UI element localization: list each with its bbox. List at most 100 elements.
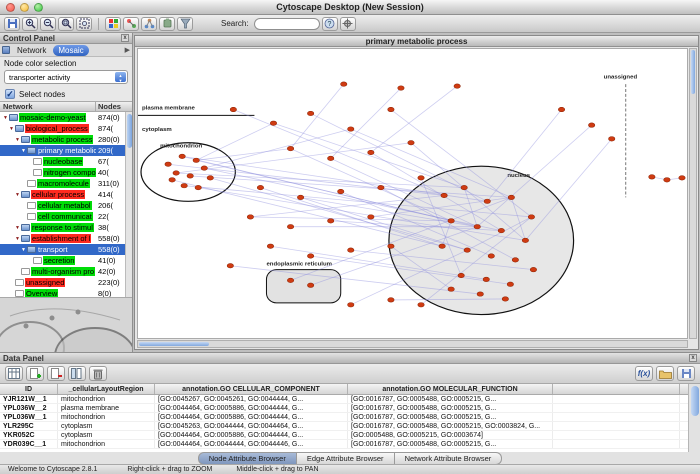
network-horizontal-scrollbar[interactable] bbox=[137, 340, 688, 348]
tree-item-label: nitrogen compou bbox=[43, 168, 96, 177]
combo-stepper-icon[interactable]: ▲▼ bbox=[115, 72, 126, 82]
table-row[interactable]: YPL036W__2plasma membrane[GO:0044464, GO… bbox=[0, 404, 688, 413]
table-row[interactable]: YKR052Ccytoplasm[GO:0044464, GO:0005886,… bbox=[0, 431, 688, 440]
tree-expander-icon[interactable]: ▼ bbox=[14, 192, 21, 198]
preferences-button[interactable] bbox=[340, 17, 356, 31]
tree-item-label: cell communicat bbox=[37, 212, 93, 221]
column-header[interactable]: annotation.GO CELLULAR_COMPONENT bbox=[155, 384, 348, 394]
zoom-window-button[interactable] bbox=[34, 3, 43, 12]
column-settings-button[interactable] bbox=[68, 366, 86, 381]
clear-attributes-button[interactable] bbox=[89, 366, 107, 381]
tree-expander-icon[interactable]: ▼ bbox=[14, 236, 21, 242]
tab-edge-attribute-browser[interactable]: Edge Attribute Browser bbox=[297, 452, 395, 465]
table-cell: mitochondrion bbox=[58, 395, 155, 403]
tree-item-overview[interactable]: Overview8(0) bbox=[0, 288, 132, 297]
tree-item-response-to-stimul[interactable]: ▼response to stimul38( bbox=[0, 222, 132, 233]
network-canvas[interactable]: plasma membranecytoplasmmitochondrionnuc… bbox=[137, 48, 688, 339]
search-input[interactable] bbox=[254, 18, 320, 30]
search-label: Search: bbox=[221, 19, 249, 28]
tree-expander-icon[interactable]: ▼ bbox=[20, 148, 27, 154]
column-header[interactable] bbox=[553, 384, 680, 394]
column-header[interactable]: _cellularLayoutRegion bbox=[58, 384, 155, 394]
tree-item-nitrogen-compou[interactable]: nitrogen compou40( bbox=[0, 167, 132, 178]
tree-item-multi-organism-pro[interactable]: multi-organism pro42(0) bbox=[0, 266, 132, 277]
network-view-title[interactable]: primary metabolic process bbox=[135, 36, 698, 47]
tree-item-secretion[interactable]: secretion41(0) bbox=[0, 255, 132, 266]
filter-icon bbox=[180, 18, 191, 29]
tree-item-transport[interactable]: ▼transport558(0) bbox=[0, 244, 132, 255]
tabs-overflow-arrow[interactable]: ▶ bbox=[125, 46, 130, 54]
tree-item-count: 209( bbox=[98, 146, 128, 155]
zoom-out-button[interactable] bbox=[40, 17, 56, 31]
tree-item-label: metabolic process bbox=[31, 135, 93, 144]
table-row[interactable]: YLR295Ccytoplasm[GO:0045263, GO:0044444,… bbox=[0, 422, 688, 431]
tree-expander-icon[interactable]: ▼ bbox=[20, 247, 27, 253]
trash-icon bbox=[93, 368, 103, 380]
tree-expander-icon[interactable]: ▼ bbox=[8, 126, 15, 132]
close-window-button[interactable] bbox=[6, 3, 15, 12]
vizmapper-button[interactable] bbox=[123, 17, 139, 31]
window-title: Cytoscape Desktop (New Session) bbox=[0, 0, 700, 15]
tree-expander-icon[interactable]: ▼ bbox=[14, 225, 21, 231]
tree-item-label: response to stimul bbox=[31, 223, 94, 232]
svg-text:unassigned: unassigned bbox=[604, 74, 638, 80]
zoom-selected-button[interactable] bbox=[58, 17, 74, 31]
tree-item-count: 414( bbox=[98, 190, 128, 199]
import-attributes-button[interactable] bbox=[656, 366, 674, 381]
tree-item-unassigned[interactable]: unassigned223(0) bbox=[0, 277, 132, 288]
svg-text:?: ? bbox=[328, 21, 332, 28]
zoom-in-button[interactable] bbox=[22, 17, 38, 31]
window-titlebar[interactable]: Cytoscape Desktop (New Session) bbox=[0, 0, 700, 15]
tree-header: Network Nodes bbox=[0, 101, 132, 112]
tab-node-attribute-browser[interactable]: Node Attribute Browser bbox=[198, 452, 297, 465]
plugin-button[interactable] bbox=[159, 17, 175, 31]
data-panel-close-icon[interactable]: x bbox=[689, 354, 697, 362]
filter-button[interactable] bbox=[177, 17, 193, 31]
data-panel-header: Data Panel x bbox=[0, 353, 700, 364]
tree-item-cellular-metabol[interactable]: cellular metabol206( bbox=[0, 200, 132, 211]
tree-item-biological-process[interactable]: ▼biological_process874( bbox=[0, 123, 132, 134]
tree-item-mosaic-demo-yeast[interactable]: ▼mosaic-demo-yeast874(0) bbox=[0, 112, 132, 123]
table-row[interactable]: YPL036W__1mitochondrion[GO:0044464, GO:0… bbox=[0, 413, 688, 422]
tab-mosaic[interactable]: Mosaic bbox=[53, 45, 88, 56]
help-button[interactable]: ? bbox=[322, 17, 338, 31]
tab-network[interactable]: Network bbox=[12, 45, 51, 56]
save-button[interactable] bbox=[4, 17, 20, 31]
delete-attribute-button[interactable] bbox=[47, 366, 65, 381]
tree-header-network[interactable]: Network bbox=[0, 102, 96, 111]
tree-expander-icon[interactable]: ▼ bbox=[2, 115, 9, 121]
tree-expander-icon[interactable]: ▼ bbox=[14, 137, 21, 143]
table-row[interactable]: YDR039C__1mitochondrion[GO:0044464, GO:0… bbox=[0, 440, 688, 449]
column-header[interactable]: annotation.GO MOLECULAR_FUNCTION bbox=[348, 384, 553, 394]
minimize-window-button[interactable] bbox=[20, 3, 29, 12]
tree-item-nucleobase[interactable]: nucleobase67( bbox=[0, 156, 132, 167]
network-graph[interactable]: plasma membranecytoplasmmitochondrionnuc… bbox=[138, 49, 687, 338]
attribute-table-header: ID_cellularLayoutRegionannotation.GO CEL… bbox=[0, 384, 688, 395]
tree-header-nodes[interactable]: Nodes bbox=[96, 102, 132, 111]
tree-item-count: 67( bbox=[98, 157, 128, 166]
control-panel-close-icon[interactable]: x bbox=[121, 34, 129, 42]
tab-network-attribute-browser[interactable]: Network Attribute Browser bbox=[395, 452, 503, 465]
network-vertical-scrollbar[interactable] bbox=[689, 48, 697, 339]
tree-item-cellular-process[interactable]: ▼cellular process414( bbox=[0, 189, 132, 200]
tree-item-establishment-of-l[interactable]: ▼establishment of l558(0) bbox=[0, 233, 132, 244]
zoom-fit-button[interactable] bbox=[76, 17, 92, 31]
node-color-select[interactable]: transporter activity ▲▼ bbox=[4, 70, 128, 84]
tree-item-primary-metabolic[interactable]: ▼primary metabolic209( bbox=[0, 145, 132, 156]
new-attribute-button[interactable] bbox=[26, 366, 44, 381]
function-builder-button[interactable]: f(x) bbox=[635, 366, 653, 381]
column-header[interactable]: ID bbox=[0, 384, 58, 394]
data-panel-scrollbar[interactable] bbox=[688, 384, 700, 452]
select-attributes-button[interactable] bbox=[5, 366, 23, 381]
table-cell: [GO:0016787, GO:0005488, GO:0005215, G..… bbox=[348, 413, 553, 421]
annotation-button[interactable] bbox=[105, 17, 121, 31]
table-cell bbox=[553, 413, 680, 421]
table-row[interactable]: YJR121W__1mitochondrion[GO:0045267, GO:0… bbox=[0, 395, 688, 404]
tree-item-macromolecule[interactable]: macromolecule311(0) bbox=[0, 178, 132, 189]
select-nodes-checkbox[interactable]: ✓ bbox=[5, 89, 15, 99]
tree-scrollbar[interactable] bbox=[125, 112, 132, 297]
export-attributes-button[interactable] bbox=[677, 366, 695, 381]
layout-button[interactable] bbox=[141, 17, 157, 31]
tree-item-metabolic-process[interactable]: ▼metabolic process280(0) bbox=[0, 134, 132, 145]
tree-item-cell-communicat[interactable]: cell communicat22( bbox=[0, 211, 132, 222]
